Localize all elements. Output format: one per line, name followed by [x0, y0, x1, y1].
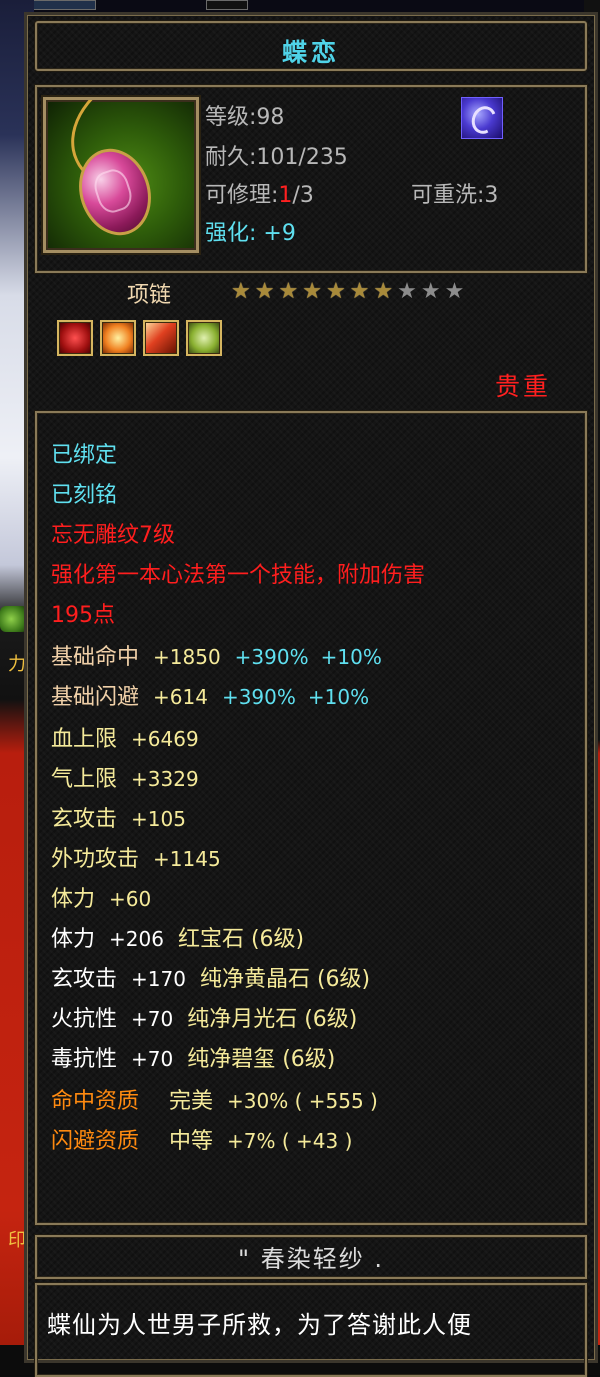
star-filled-icon: ★ — [302, 279, 322, 304]
engraved-status: 已刻铭 — [51, 483, 118, 508]
necklace-icon — [43, 97, 199, 253]
base-stat-row: 基础命中 +1850 +390% +10% — [51, 645, 382, 670]
star-filled-icon: ★ — [278, 279, 299, 304]
star-filled-icon: ★ — [373, 279, 394, 304]
bonus-stat-row: 外功攻击 +1145 — [51, 847, 221, 872]
skill-bonus-value: 195点 — [51, 603, 115, 628]
citrine-socket-icon[interactable] — [100, 320, 136, 356]
base-stat-row: 基础闪避 +614 +390% +10% — [51, 685, 370, 710]
gem-stat-row: 体力 +206 红宝石 (6级) — [51, 927, 305, 952]
enhance-stat: 强化: +9 — [205, 221, 296, 246]
gem-stat-row: 毒抗性 +70 纯净碧玺 (6级) — [51, 1047, 336, 1072]
item-tooltip: 蝶恋 等级:98 耐久:101/235 可修理:1/3 可重洗:3 强化: +9… — [24, 12, 598, 1377]
bonus-stat-row: 玄攻击 +105 — [51, 807, 186, 832]
bonus-stat-row: 体力 +60 — [51, 887, 152, 912]
flavor-title: " 春染轻纱 . — [238, 1245, 384, 1273]
carving-line: 忘无雕纹7级 — [51, 523, 175, 548]
skill-bonus-line: 强化第一本心法第一个技能，附加伤害 — [51, 563, 426, 588]
item-name: 蝶恋 — [281, 38, 340, 67]
repair-stat: 可修理:1/3 — [205, 183, 314, 208]
star-empty-icon: ★ — [420, 279, 441, 304]
star-empty-icon: ★ — [444, 279, 465, 304]
star-empty-icon: ★ — [397, 279, 417, 304]
moonstone-socket-icon[interactable] — [143, 320, 179, 356]
moon-icon[interactable] — [461, 97, 503, 139]
level-stat: 等级:98 — [205, 105, 285, 130]
bound-status: 已绑定 — [51, 443, 118, 468]
ruby-socket-icon[interactable] — [57, 320, 93, 356]
star-filled-icon: ★ — [349, 279, 370, 304]
durability-stat: 耐久:101/235 — [205, 145, 348, 170]
background-tab — [206, 0, 248, 10]
flavor-text: 蝶仙为人世男子所救，为了答谢此人便 — [47, 1311, 472, 1339]
star-rating: ★ ★ ★ ★ ★ ★ ★ ★ ★ ★ — [231, 281, 464, 303]
star-filled-icon: ★ — [254, 279, 275, 304]
star-filled-icon: ★ — [325, 279, 346, 304]
rarity-label: 贵重 — [495, 372, 552, 401]
gem-stat-row: 玄攻击 +170 纯净黄晶石 (6级) — [51, 967, 371, 992]
star-filled-icon: ★ — [231, 279, 251, 304]
gem-stat-row: 火抗性 +70 纯净月光石 (6级) — [51, 1007, 358, 1032]
rewash-stat: 可重洗:3 — [411, 183, 499, 208]
socket-row — [57, 320, 222, 356]
tourmaline-socket-icon[interactable] — [186, 320, 222, 356]
item-type: 项链 — [127, 283, 172, 308]
quality-stat-row: 闪避资质 中等 +7% ( +43 ) — [51, 1129, 353, 1154]
bonus-stat-row: 气上限 +3329 — [51, 767, 199, 792]
quality-stat-row: 命中资质 完美 +30% ( +555 ) — [51, 1089, 378, 1114]
bonus-stat-row: 血上限 +6469 — [51, 727, 199, 752]
